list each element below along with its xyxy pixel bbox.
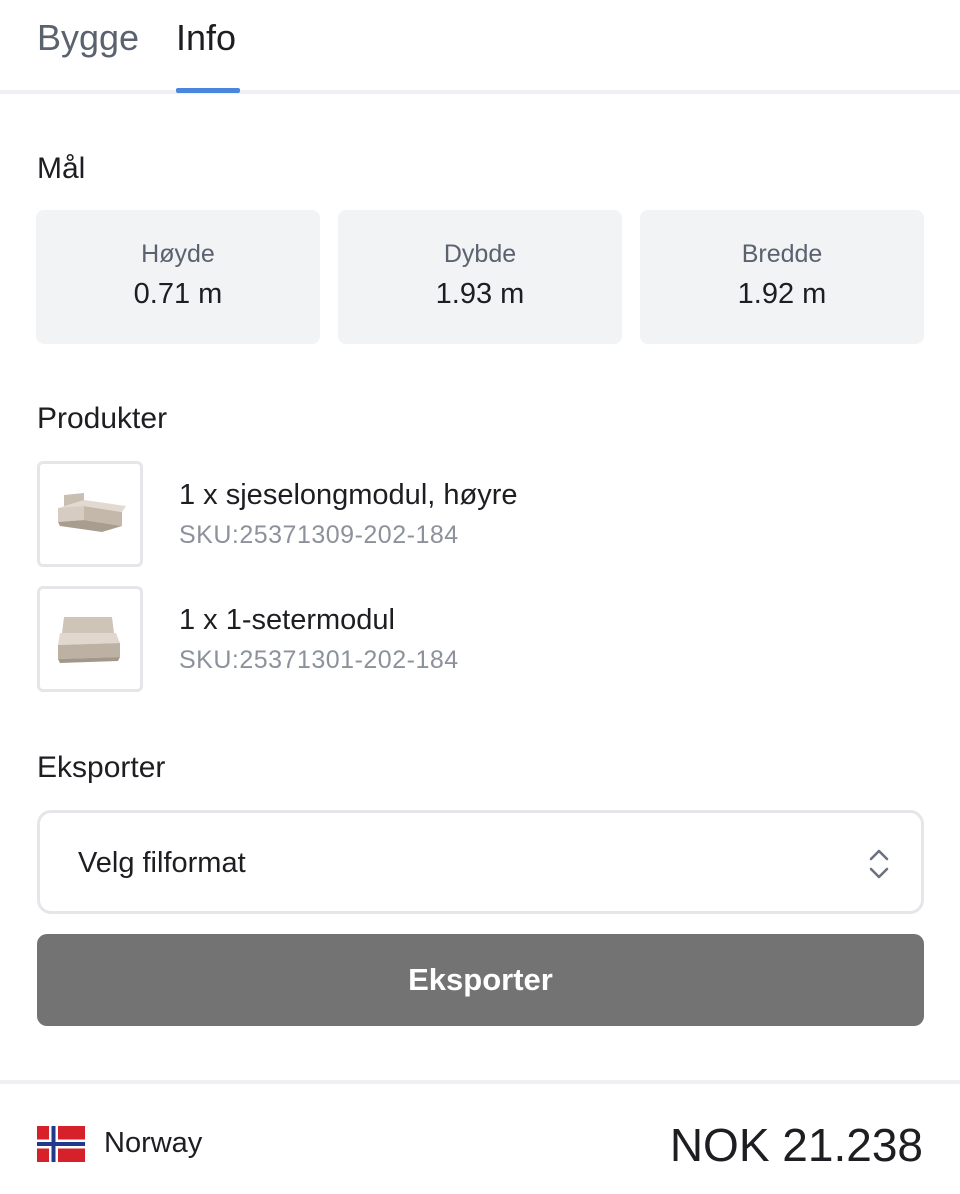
- width-value: 1.92 m: [737, 278, 827, 310]
- active-tab-indicator: [176, 88, 240, 93]
- width-label: Bredde: [741, 240, 823, 268]
- depth-value: 1.93 m: [435, 278, 525, 310]
- tab-bar: Bygge Info: [0, 0, 960, 94]
- total-price: NOK 21.238: [669, 1119, 923, 1171]
- product-name: 1 x sjeselongmodul, høyre: [179, 479, 518, 511]
- dimensions-title: Mål: [37, 152, 86, 185]
- height-value: 0.71 m: [133, 278, 223, 310]
- product-sku: SKU:25371301-202-184: [179, 646, 459, 674]
- file-format-select[interactable]: Velg filformat: [37, 810, 924, 914]
- depth-label: Dybde: [443, 240, 517, 268]
- product-sku: SKU:25371309-202-184: [179, 521, 459, 549]
- chevron-up-down-icon: [869, 849, 889, 879]
- export-button[interactable]: Eksporter: [37, 934, 924, 1026]
- products-title: Produkter: [37, 402, 168, 435]
- footer-divider: [0, 1080, 960, 1084]
- export-title: Eksporter: [37, 751, 166, 784]
- height-label: Høyde: [141, 240, 215, 268]
- product-item[interactable]: 1 x 1-setermodul SKU:25371301-202-184: [37, 586, 917, 692]
- height-card: Høyde 0.71 m: [36, 210, 320, 344]
- file-format-placeholder: Velg filformat: [78, 847, 246, 879]
- tab-info[interactable]: Info: [176, 16, 236, 60]
- country-selector[interactable]: Norway: [104, 1127, 202, 1160]
- one-seater-module-icon: [37, 586, 143, 692]
- depth-card: Dybde 1.93 m: [338, 210, 622, 344]
- norway-flag-icon: [37, 1126, 85, 1162]
- product-item[interactable]: 1 x sjeselongmodul, høyre SKU:25371309-2…: [37, 461, 917, 567]
- width-card: Bredde 1.92 m: [640, 210, 924, 344]
- tab-bygge[interactable]: Bygge: [37, 16, 139, 60]
- product-name: 1 x 1-setermodul: [179, 604, 395, 636]
- chaise-module-icon: [37, 461, 143, 567]
